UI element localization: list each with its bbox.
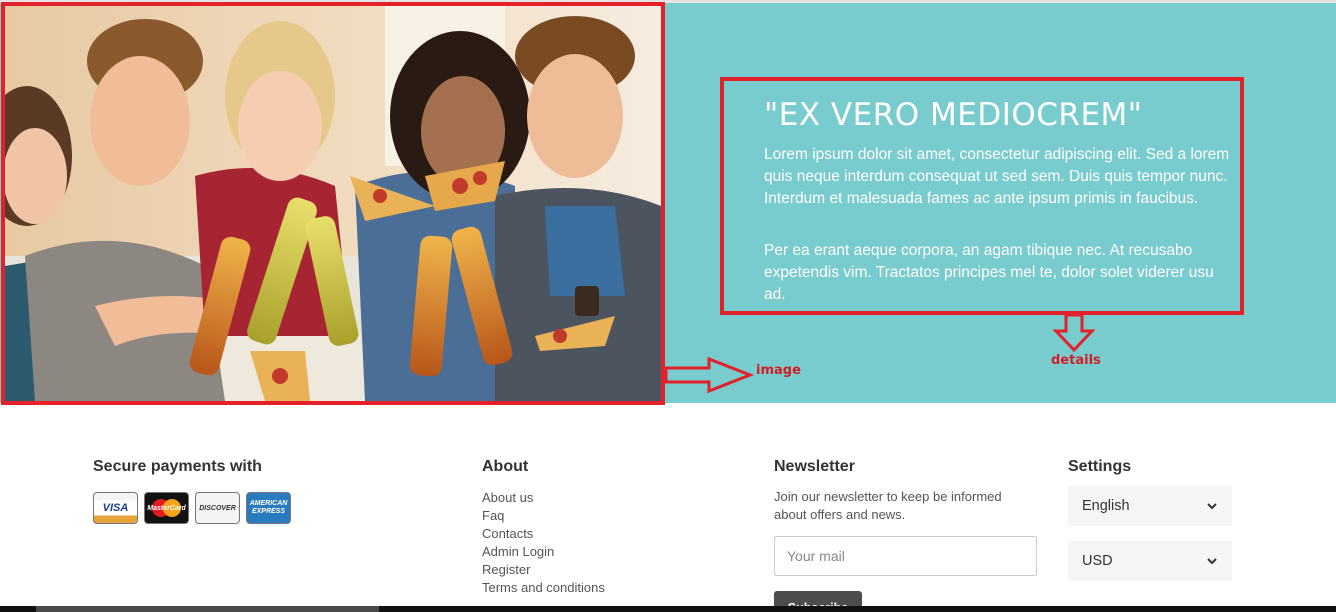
chevron-down-icon (1207, 558, 1217, 565)
page: image "EX VERO MEDIOCREM" Lorem ipsum do… (0, 0, 1336, 612)
pepperoni (553, 329, 567, 343)
pepperoni (373, 189, 387, 203)
register-link[interactable]: Register (482, 561, 605, 579)
discover-card-icon: DISCOVER (195, 492, 240, 524)
mastercard-icon: MasterCard (144, 492, 189, 524)
details-annotation-label: details (1051, 353, 1101, 368)
details-annotation-arrow (1052, 313, 1096, 353)
about-column: About About us Faq Contacts Admin Login … (482, 458, 605, 597)
admin-login-link[interactable]: Admin Login (482, 543, 605, 561)
hero-section: image "EX VERO MEDIOCREM" Lorem ipsum do… (0, 0, 1336, 405)
currency-value: USD (1082, 553, 1113, 569)
about-links: About us Faq Contacts Admin Login Regist… (482, 489, 605, 597)
currency-select[interactable]: USD (1068, 541, 1232, 581)
details-paragraph-2: Per ea erant aeque corpora, an agam tibi… (764, 242, 1214, 303)
image-annotation-label: image (756, 363, 801, 378)
person-3-face (238, 71, 322, 181)
contacts-link[interactable]: Contacts (482, 525, 605, 543)
hero-image-frame (1, 2, 665, 405)
language-value: English (1082, 498, 1130, 514)
person-5-shirt (545, 206, 625, 296)
payments-heading: Secure payments with (93, 458, 262, 475)
language-select[interactable]: English (1068, 486, 1232, 526)
chevron-down-icon (1207, 503, 1217, 510)
terms-link[interactable]: Terms and conditions (482, 579, 605, 597)
newsletter-heading: Newsletter (774, 458, 855, 475)
faq-link[interactable]: Faq (482, 507, 605, 525)
payment-cards: VISA MasterCard DISCOVER AMERICAN EXPRES… (93, 492, 291, 524)
about-heading: About (482, 458, 529, 475)
settings-column: Settings English USD (1068, 458, 1232, 581)
person-5-watch (575, 286, 599, 316)
person-2-face (90, 56, 190, 186)
payments-column: Secure payments with VISA MasterCard DIS… (93, 458, 291, 524)
details-box: "EX VERO MEDIOCREM" Lorem ipsum dolor si… (720, 77, 1244, 315)
visa-card-icon: VISA (93, 492, 138, 524)
details-paragraph-1: Lorem ipsum dolor sit amet, consectetur … (764, 146, 1230, 207)
newsletter-column: Newsletter Join our newsletter to keep b… (774, 458, 1037, 612)
about-us-link[interactable]: About us (482, 489, 605, 507)
hero-photo (5, 6, 661, 401)
bottom-bar-segment (36, 606, 379, 612)
email-input[interactable] (774, 536, 1037, 576)
person-5-face (527, 54, 623, 178)
amex-card-icon: AMERICAN EXPRESS (246, 492, 291, 524)
image-annotation-arrow (664, 356, 755, 394)
person-1-face (5, 128, 67, 224)
settings-heading: Settings (1068, 458, 1132, 475)
pepperoni (272, 368, 288, 384)
pepperoni (473, 171, 487, 185)
newsletter-description: Join our newsletter to keep be informed … (774, 489, 1002, 522)
pepperoni (452, 178, 468, 194)
details-title: "EX VERO MEDIOCREM" (764, 97, 1143, 133)
